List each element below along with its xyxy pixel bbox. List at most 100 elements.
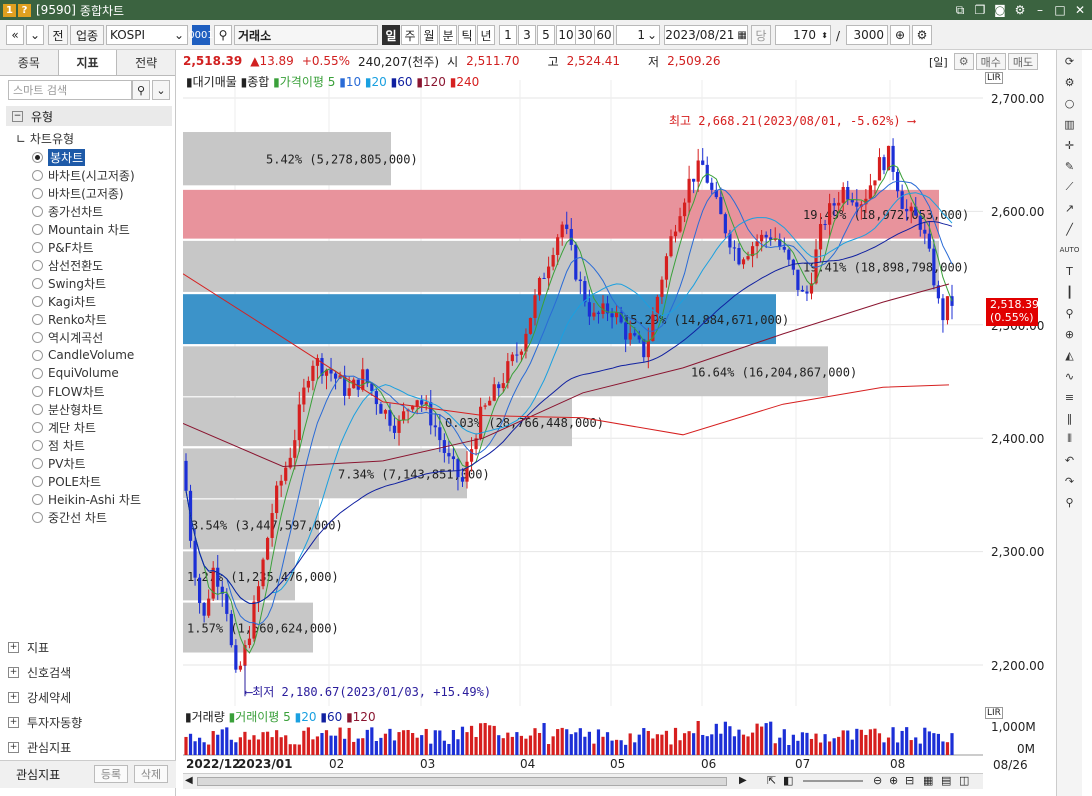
split-icon[interactable]: ◫ [959, 774, 969, 787]
crosshair-icon[interactable]: ✛ [1060, 136, 1080, 154]
settings-icon[interactable]: ⚙ [912, 25, 932, 45]
section-indicator[interactable]: + 지표 [8, 636, 168, 658]
radio-icon[interactable] [32, 367, 43, 379]
radio-icon[interactable] [32, 313, 43, 325]
chart-type-item[interactable]: Swing차트 [32, 274, 141, 292]
chart-type-item[interactable]: 역시계곡선 [32, 328, 141, 346]
register-button[interactable]: 등록 [94, 765, 128, 783]
chart-type-item[interactable]: Renko차트 [32, 310, 141, 328]
chart-type-item[interactable]: Mountain 차트 [32, 220, 141, 238]
marker-icon[interactable]: ◧ [783, 774, 793, 787]
radio-icon[interactable] [32, 385, 43, 397]
tree-root[interactable]: ∟ 차트유형 [16, 130, 74, 147]
chart-type-item[interactable]: PV차트 [32, 454, 141, 472]
minimize-icon[interactable]: – [1032, 2, 1048, 18]
chart-type-item[interactable]: 삼선전환도 [32, 256, 141, 274]
legend-ma60[interactable]: ▮60 [391, 75, 413, 89]
grid-icon[interactable]: ▦ [923, 774, 933, 787]
chevron-down-icon[interactable]: ⌄ [152, 80, 170, 100]
zoom-out-icon[interactable]: ⊖ [873, 774, 882, 787]
price-chart[interactable]: 5.42% (5,278,805,000) 19.49% (18,972,053,… [182, 70, 983, 706]
radio-icon[interactable] [32, 331, 43, 343]
radio-icon[interactable] [32, 511, 43, 523]
legend-combined[interactable]: ▮종합 [241, 75, 270, 89]
sell-button[interactable]: 매도 [1007, 53, 1039, 70]
buy-button[interactable]: 매수 [975, 53, 1006, 70]
bars-icon[interactable]: ‖ [1060, 409, 1080, 427]
radio-icon[interactable] [32, 223, 43, 235]
chart-type-item[interactable]: EquiVolume [32, 364, 141, 382]
legend-ma5[interactable]: ▮가격이평 5 [273, 75, 335, 89]
scroll-left-icon[interactable]: ◀ [185, 775, 193, 786]
vol-legend-ma20[interactable]: ▮20 [295, 710, 317, 724]
chart-type-item[interactable]: 봉차트 [32, 148, 141, 166]
interval-30[interactable]: 30 [575, 25, 595, 45]
nav-prev-button[interactable]: « [6, 25, 24, 45]
radio-icon[interactable] [32, 151, 43, 163]
link-icon[interactable]: ⧉ [952, 2, 968, 18]
period-year[interactable]: 년 [477, 25, 495, 45]
chart-type-item[interactable]: POLE차트 [32, 472, 141, 490]
wave-icon[interactable]: ∿ [1060, 367, 1080, 385]
vol-legend-title[interactable]: ▮거래량 [185, 710, 225, 724]
interval-5[interactable]: 5 [537, 25, 555, 45]
circle-icon[interactable]: ○ [1060, 94, 1080, 112]
legend-ma240[interactable]: ▮240 [450, 75, 480, 89]
radio-icon[interactable] [32, 421, 43, 433]
vol-legend-ma60[interactable]: ▮60 [320, 710, 342, 724]
refresh-icon[interactable]: ⟳ [1060, 52, 1080, 70]
search-icon[interactable]: ⚲ [214, 25, 232, 45]
text-icon[interactable]: T [1060, 262, 1080, 280]
section-favorites[interactable]: + 관심지표 [8, 736, 168, 758]
chart-icon[interactable]: ▥ [1060, 115, 1080, 133]
bars2-icon[interactable]: ⦀ [1060, 430, 1080, 448]
chart-type-item[interactable]: 바차트(시고저종) [32, 166, 141, 184]
radio-icon[interactable] [32, 475, 43, 487]
zoom-plus-icon[interactable]: ⊕ [1060, 325, 1080, 343]
period-week[interactable]: 주 [401, 25, 419, 45]
chart-type-item[interactable]: CandleVolume [32, 346, 141, 364]
interval-60[interactable]: 60 [594, 25, 614, 45]
radio-icon[interactable] [32, 457, 43, 469]
help-icon[interactable]: ? [18, 3, 31, 17]
zoom-in-icon[interactable]: ⊕ [889, 774, 898, 787]
trend-icon[interactable]: ↗ [1060, 199, 1080, 217]
tab-strategy[interactable]: 전략 [117, 50, 175, 75]
legend-ma10[interactable]: ▮10 [339, 75, 361, 89]
radio-icon[interactable] [32, 259, 43, 271]
line-icon[interactable]: ⟋ [1060, 178, 1080, 196]
tab-stock[interactable]: 종목 [0, 50, 58, 75]
interval-1[interactable]: 1 [499, 25, 517, 45]
section-strength[interactable]: + 강세약세 [8, 686, 168, 708]
interval-10[interactable]: 10 [556, 25, 576, 45]
radio-icon[interactable] [32, 295, 43, 307]
nav-menu-button[interactable]: ⌄ [26, 25, 44, 45]
gear-icon[interactable]: ⚙ [1060, 73, 1080, 91]
chart-type-item[interactable]: Heikin-Ashi 차트 [32, 490, 141, 508]
vol-legend-ma120[interactable]: ▮120 [346, 710, 376, 724]
mountain-icon[interactable]: ◭ [1060, 346, 1080, 364]
candle-icon[interactable]: ┃ [1060, 283, 1080, 301]
radio-icon[interactable] [32, 349, 43, 361]
market-type-button[interactable]: 업종 [70, 25, 104, 45]
market-select[interactable]: KOSPI ⌄ [106, 25, 188, 45]
settings-icon[interactable]: ⚙ [953, 53, 974, 70]
delete-button[interactable]: 삭제 [134, 765, 168, 783]
camera-icon[interactable]: ◙ [992, 2, 1008, 18]
scroll-right-icon[interactable]: ▶ [739, 775, 747, 786]
cursor-icon[interactable]: ⇱ [767, 774, 776, 787]
market-code[interactable]: 0001 [188, 25, 214, 45]
radio-icon[interactable] [32, 493, 43, 505]
jeon-button[interactable]: 전 [48, 25, 68, 45]
chart-type-item[interactable]: Kagi차트 [32, 292, 141, 310]
scroll-thumb[interactable] [197, 777, 727, 786]
section-investor[interactable]: + 투자자동향 [8, 711, 168, 733]
gear-icon[interactable]: ⚙ [1012, 2, 1028, 18]
bars-input[interactable]: 170 ⬍ [775, 25, 831, 45]
undo-icon[interactable]: ↶ [1060, 451, 1080, 469]
period-month[interactable]: 월 [420, 25, 438, 45]
unit-label[interactable]: 당 [751, 25, 771, 45]
maximize-icon[interactable]: □ [1052, 2, 1068, 18]
radio-icon[interactable] [32, 205, 43, 217]
search-icon[interactable]: ⚲ [132, 80, 150, 100]
